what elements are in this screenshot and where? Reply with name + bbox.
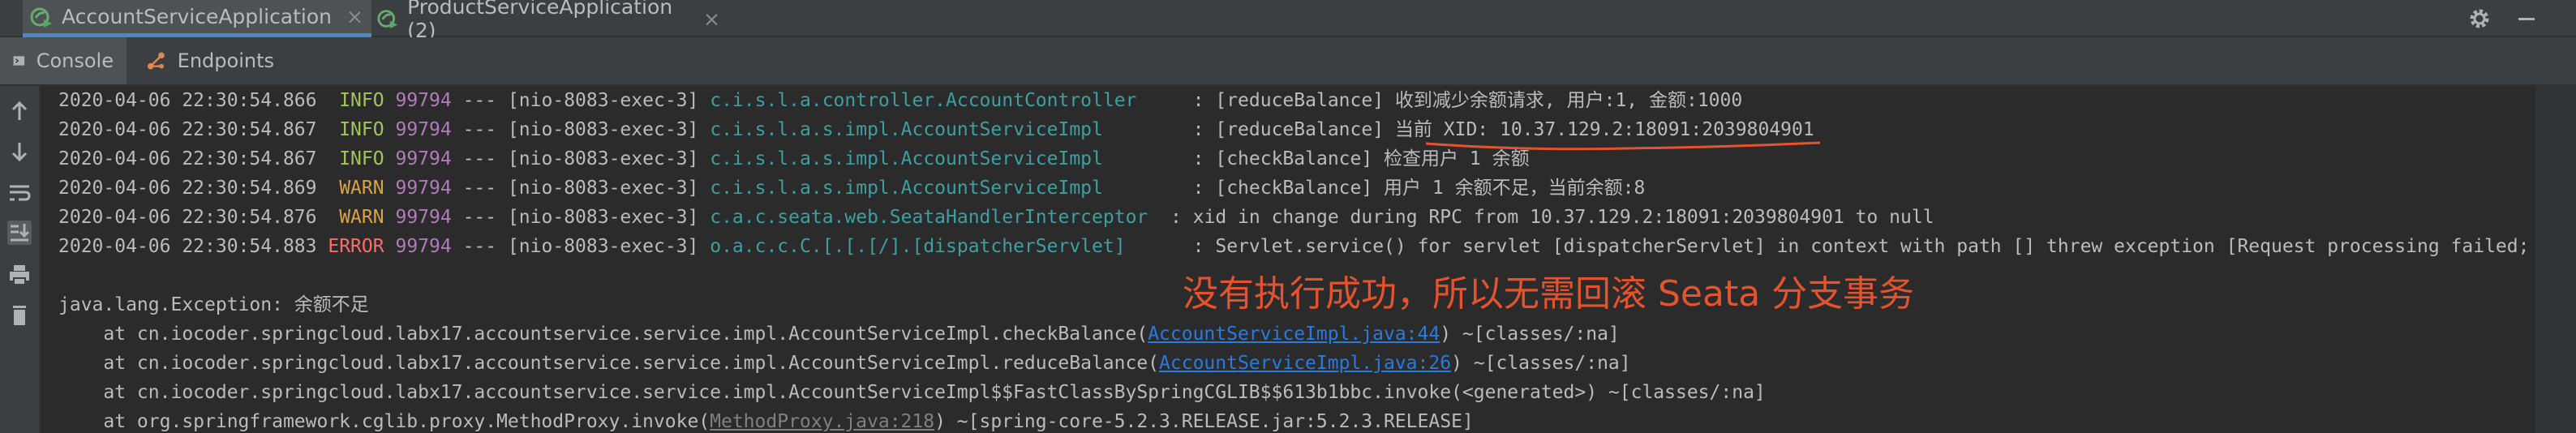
close-icon[interactable]: × [703,7,720,31]
annotation-text: 没有执行成功，所以无需回滚 Seata 分支事务 [1183,273,1915,315]
scroll-to-end-icon[interactable] [7,221,32,245]
xid-underline-annotation [1425,141,1821,151]
stack-frame: at cn.iocoder.springcloud.labx17.account… [58,353,1631,374]
tab-account-service[interactable]: AccountServiceApplication × [23,0,371,37]
console-output[interactable]: 2020-04-06 22:30:54.866 INFO 99794 --- [… [41,86,2535,433]
source-link[interactable]: MethodProxy.java:218 [710,411,934,432]
arrow-down-icon[interactable] [7,139,32,164]
stack-frame: at cn.iocoder.springcloud.labx17.account… [58,382,1766,403]
exception-header: java.lang.Exception: 余额不足 [58,294,369,315]
trash-icon[interactable] [7,303,32,328]
tab-label: Endpoints [177,49,274,72]
tab-endpoints[interactable]: Endpoints [133,37,287,84]
console-icon [13,56,25,66]
arrow-up-icon[interactable] [7,99,32,123]
tab-label: ProductServiceApplication (2) [407,0,673,42]
close-icon[interactable]: × [346,5,363,28]
source-link[interactable]: AccountServiceImpl.java:44 [1148,324,1440,345]
log-line: 2020-04-06 22:30:54.876 WARN 99794 --- [… [58,207,1934,228]
source-link[interactable]: AccountServiceImpl.java:26 [1159,353,1451,374]
spring-boot-run-icon [30,7,52,28]
log-line: 2020-04-06 22:30:54.869 WARN 99794 --- [… [58,178,1646,199]
tool-tabs-bar: Console Endpoints [0,37,2576,86]
run-tabs-bar: AccountServiceApplication × ProductServi… [0,0,2576,42]
spring-boot-run-icon [377,10,398,29]
stack-frame: at cn.iocoder.springcloud.labx17.account… [58,324,1620,345]
log-line: 2020-04-06 22:30:54.883 ERROR 99794 --- … [58,236,2530,257]
soft-wrap-icon[interactable] [7,180,32,204]
gear-icon[interactable] [2466,5,2493,32]
tab-label: AccountServiceApplication [62,5,333,28]
log-line: 2020-04-06 22:30:54.866 INFO 99794 --- [… [58,90,1743,111]
stack-frame: at org.springframework.cglib.proxy.Metho… [58,411,1474,432]
minimize-icon[interactable] [2513,5,2540,32]
tab-console[interactable]: Console [0,37,127,84]
print-icon[interactable] [7,263,32,287]
endpoints-icon [147,52,165,70]
console-actions-gutter [0,86,41,433]
console-scrollbar[interactable] [2535,86,2576,433]
log-line: 2020-04-06 22:30:54.867 INFO 99794 --- [… [58,148,1530,169]
tab-product-service[interactable]: ProductServiceApplication (2) × [371,0,720,42]
tab-label: Console [36,49,114,72]
